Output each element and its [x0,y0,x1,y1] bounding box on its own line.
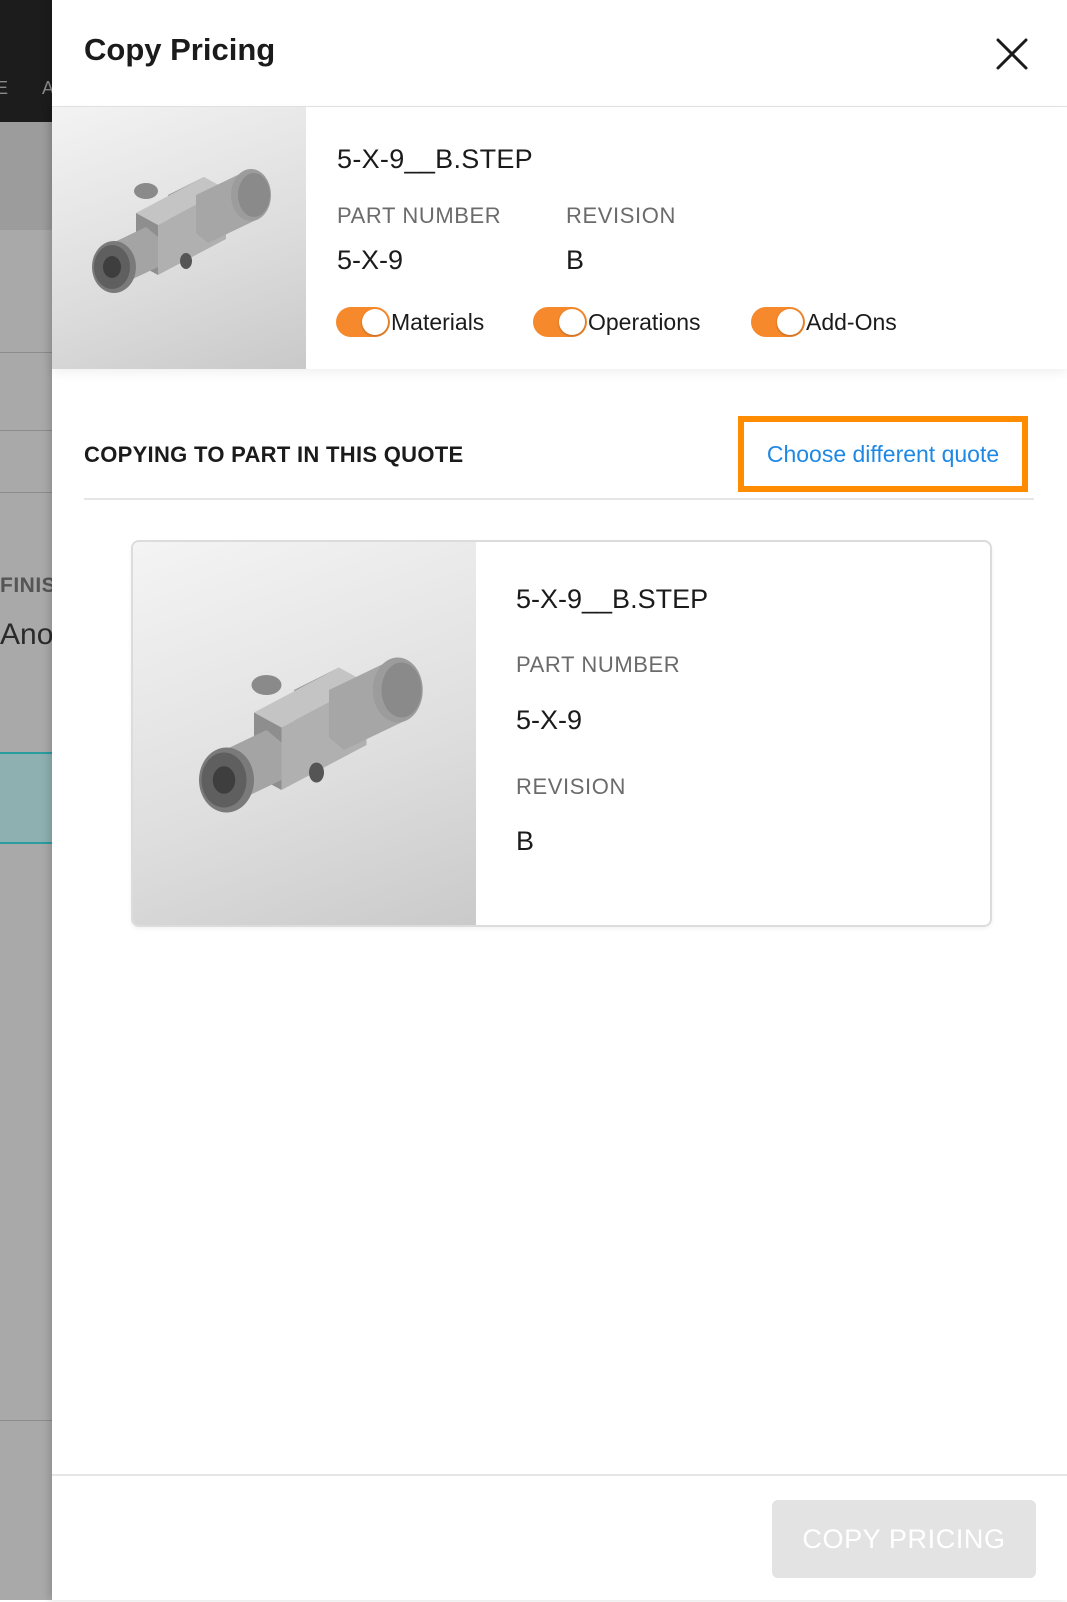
copy-pricing-button[interactable]: COPY PRICING [772,1500,1036,1578]
source-file-name: 5-X-9__B.STEP [337,144,533,174]
background-top-char: A [42,78,52,98]
materials-label: Materials [391,308,485,335]
source-part-thumbnail [52,107,306,369]
switch-knob [362,309,388,335]
operations-switch[interactable] [533,307,587,337]
background-top-char: E [0,78,9,98]
background-divider [0,492,52,493]
toggle-add-ons[interactable]: Add-Ons [751,307,897,337]
materials-switch[interactable] [336,307,390,337]
background-app: E A FINIS Ano [0,0,52,1600]
choose-different-quote-text: Choose different quote [766,440,1000,467]
source-revision: B [566,245,585,275]
drawer-header: Copy Pricing [52,0,1067,107]
switch-knob [777,309,803,335]
source-revision-label: REVISION [566,203,676,228]
background-value: Ano [0,618,52,651]
target-section-header: COPYING TO PART IN THIS QUOTE Choose dif… [84,410,1034,500]
target-revision: B [516,826,535,856]
background-divider [0,1420,52,1421]
drawer-title: Copy Pricing [84,32,276,67]
background-band [0,122,52,230]
drawer-footer: COPY PRICING [52,1474,1067,1602]
background-top-bar: E A [0,0,52,122]
target-section-title: COPYING TO PART IN THIS QUOTE [84,442,464,467]
part-3d-model-icon [199,657,423,813]
source-part-number-label: PART NUMBER [337,203,502,228]
target-part-thumbnail [133,542,476,925]
copy-pricing-drawer: Copy Pricing 5-X-9__B.STEP PART NUMBER 5… [52,0,1067,1600]
close-icon [996,38,1028,70]
background-selected-row [0,752,52,844]
background-divider [0,430,52,431]
close-button[interactable] [992,34,1032,74]
source-part-card: 5-X-9__B.STEP PART NUMBER 5-X-9 REVISION… [52,107,1067,369]
toggle-materials[interactable]: Materials [336,307,484,337]
add-ons-switch[interactable] [751,307,805,337]
background-section-label: FINIS [0,574,52,597]
target-part-number: 5-X-9 [516,705,583,735]
choose-different-quote-link[interactable]: Choose different quote [738,416,1028,492]
toggle-operations[interactable]: Operations [533,307,701,337]
target-revision-label: REVISION [516,774,626,799]
background-divider [0,352,52,353]
target-part-number-label: PART NUMBER [516,652,681,677]
source-part-number: 5-X-9 [337,245,404,275]
operations-label: Operations [588,308,701,335]
part-3d-model-icon [92,169,271,293]
target-part-card[interactable]: 5-X-9__B.STEP PART NUMBER 5-X-9 REVISION… [131,540,992,927]
add-ons-label: Add-Ons [806,308,897,335]
target-file-name: 5-X-9__B.STEP [516,584,709,614]
switch-knob [559,309,585,335]
